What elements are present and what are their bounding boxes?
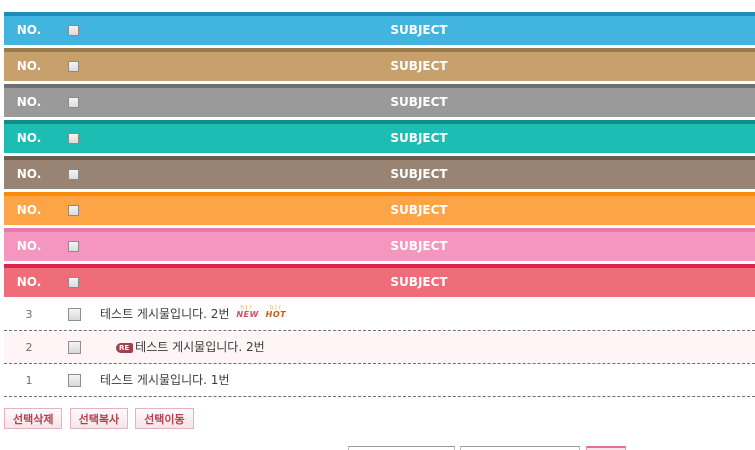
post-title-cell: 테스트 게시물입니다. 1번 <box>100 365 229 396</box>
post-title-cell: 테스트 게시물입니다. 2번 NEW HOT <box>100 299 286 330</box>
select-all-checkbox[interactable] <box>68 61 79 72</box>
post-title-link[interactable]: 테스트 게시물입니다. 2번 <box>135 340 264 354</box>
select-all-checkbox[interactable] <box>68 133 79 144</box>
hot-badge-icon: HOT <box>266 303 286 320</box>
header-subject-label: SUBJECT <box>390 239 448 253</box>
board-header-row: NO. SUBJECT <box>4 48 755 81</box>
search-select[interactable] <box>348 446 455 450</box>
post-row: 1 테스트 게시물입니다. 1번 <box>4 365 755 397</box>
header-subject-label: SUBJECT <box>390 95 448 109</box>
header-subject-label: SUBJECT <box>390 275 448 289</box>
post-title-link[interactable]: 테스트 게시물입니다. 2번 <box>100 307 229 321</box>
board-list: NO. SUBJECT NO. SUBJECT NO. SUBJECT NO. … <box>0 0 755 450</box>
header-no-label: NO. <box>16 131 42 145</box>
select-all-checkbox[interactable] <box>68 97 79 108</box>
header-no-label: NO. <box>16 275 42 289</box>
select-all-checkbox[interactable] <box>68 25 79 36</box>
header-no-label: NO. <box>16 59 42 73</box>
post-title-link[interactable]: 테스트 게시물입니다. 1번 <box>100 373 229 387</box>
header-subject-label: SUBJECT <box>390 167 448 181</box>
post-number: 3 <box>25 308 33 321</box>
delete-selected-button[interactable]: 선택삭제 <box>4 408 63 429</box>
post-checkbox[interactable] <box>68 308 81 321</box>
header-subject-label: SUBJECT <box>390 59 448 73</box>
board-header-row: NO. SUBJECT <box>4 264 755 297</box>
header-no-label: NO. <box>16 203 42 217</box>
header-no-label: NO. <box>16 239 42 253</box>
header-no-label: NO. <box>16 167 42 181</box>
board-header-row: NO. SUBJECT <box>4 84 755 117</box>
move-selected-button[interactable]: 선택이동 <box>135 408 194 429</box>
post-row: 2 RE 테스트 게시물입니다. 2번 <box>4 332 755 364</box>
board-header-row: NO. SUBJECT <box>4 12 755 45</box>
board-header-row: NO. SUBJECT <box>4 120 755 153</box>
bulk-action-bar: 선택삭제 선택복사 선택이동 <box>4 408 196 431</box>
post-checkbox[interactable] <box>68 374 81 387</box>
header-no-label: NO. <box>16 23 42 37</box>
board-header-row: NO. SUBJECT <box>4 228 755 261</box>
board-header-row: NO. SUBJECT <box>4 192 755 225</box>
post-number: 1 <box>25 374 33 387</box>
post-row: 3 테스트 게시물입니다. 2번 NEW HOT <box>4 299 755 331</box>
copy-selected-button[interactable]: 선택복사 <box>69 408 129 429</box>
select-all-checkbox[interactable] <box>68 277 79 288</box>
board-header-row: NO. SUBJECT <box>4 156 755 189</box>
header-subject-label: SUBJECT <box>390 203 448 217</box>
search-input[interactable] <box>460 446 580 450</box>
select-all-checkbox[interactable] <box>68 241 79 252</box>
post-checkbox[interactable] <box>68 341 81 354</box>
new-badge-icon: NEW <box>236 303 258 320</box>
post-number: 2 <box>25 341 33 354</box>
select-all-checkbox[interactable] <box>68 169 79 180</box>
header-subject-label: SUBJECT <box>390 23 448 37</box>
reply-icon: RE <box>116 342 134 353</box>
select-all-checkbox[interactable] <box>68 205 79 216</box>
header-subject-label: SUBJECT <box>390 131 448 145</box>
header-no-label: NO. <box>16 95 42 109</box>
search-button[interactable] <box>586 446 626 450</box>
post-title-cell: RE 테스트 게시물입니다. 2번 <box>116 332 265 363</box>
